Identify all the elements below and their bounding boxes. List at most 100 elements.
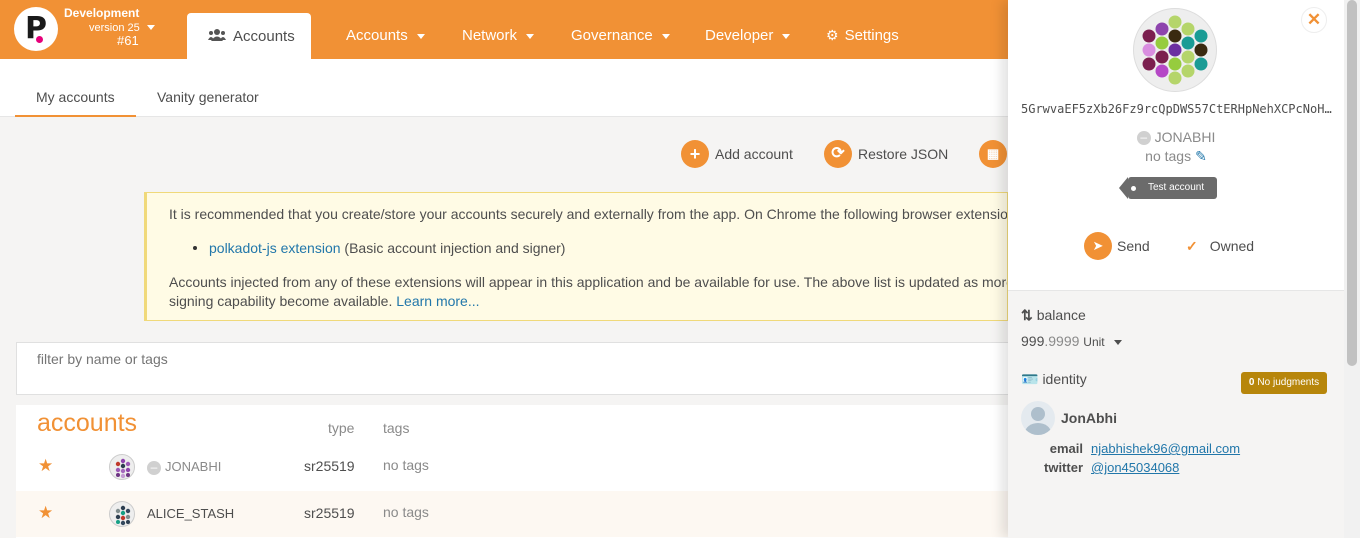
active-tab-indicator [15,115,136,117]
identity-name: JonAbhi [1061,410,1117,426]
nav-settings[interactable]: ⚙ Settings [826,27,899,44]
table-row[interactable]: ★ ALICE_STASH sr25519 no tags [16,491,1008,537]
notice-extension: polkadot-js extension (Basic account inj… [209,240,565,256]
minus-circle-icon: – [1136,131,1151,146]
filter-box [16,342,1008,395]
id-card-icon: 🪪 [1021,371,1039,387]
nav-network[interactable]: Network [462,27,535,44]
accounts-table: accounts type tags ★ – JONABHI sr25519 no… [16,405,1008,538]
chevron-down-icon [661,33,670,39]
restore-json-label: Restore JSON [858,146,949,162]
tab-vanity-generator[interactable]: Vanity generator [157,89,259,105]
balance-dec: .9999 [1044,333,1080,349]
chain-name: Development [64,6,140,20]
balance-int: 999 [1021,333,1045,349]
sidebar-header: ✕ 5GrwvaEF5zXb26Fz9rcQpDWS57CtERHpNehXCP… [1008,0,1344,291]
account-tags[interactable]: no tags [383,504,429,520]
star-icon[interactable]: ★ [38,456,53,476]
nav-network-label: Network [462,27,518,44]
identity-section-label: 🪪 identity [1021,371,1087,388]
account-type: sr25519 [304,505,355,521]
star-icon[interactable]: ★ [38,503,53,523]
balance-value[interactable]: 999.9999 Unit [1021,333,1122,349]
nav-settings-label: Settings [844,27,899,44]
account-sidebar: ✕ 5GrwvaEF5zXb26Fz9rcQpDWS57CtERHpNehXCP… [1008,0,1344,538]
notice-extension-desc: (Basic account injection and signer) [340,240,566,256]
twitter-link[interactable]: @jon45034068 [1091,460,1179,475]
notice-line3-text: signing capability become available. [169,293,397,309]
learn-more-link[interactable]: Learn more... [396,293,479,309]
identicon[interactable] [109,454,135,480]
extension-notice: It is recommended that you create/store … [144,192,1008,321]
account-address[interactable]: 5GrwvaEF5zXb26Fz9rcQpDWS57CtERHpNehXCPcN… [1021,102,1333,116]
balance-label: balance [1036,307,1086,323]
chevron-down-icon [526,33,535,39]
tag-dot [1131,186,1136,191]
account-type: sr25519 [304,458,355,474]
qrcode-icon: ▦ [979,140,1007,168]
chevron-down-icon [1113,339,1122,345]
polkadot-logo[interactable]: P [14,7,58,51]
chevron-down-icon [147,25,155,30]
account-name-text: JONABHI [165,459,222,474]
balance-unit: Unit [1083,335,1105,349]
filter-input[interactable] [37,351,937,367]
nav-developer[interactable]: Developer [705,27,791,44]
chevron-down-icon [782,33,791,39]
identicon-large[interactable] [1133,8,1217,92]
sidebar-tags: no tags ✎ [1008,148,1344,165]
tab-my-accounts[interactable]: My accounts [36,89,115,105]
chain-selector[interactable]: Development version 25 #61 [64,6,164,48]
tag-label: Test account [1119,177,1217,199]
tab-accounts-label: Accounts [233,28,295,45]
scrollbar-thumb[interactable] [1347,0,1357,366]
chevron-down-icon [416,33,425,39]
sort-amount-icon: ⇅ [1021,307,1033,323]
sub-tabs: My accounts Vanity generator [0,59,1008,117]
send-label: Send [1117,238,1150,254]
sync-icon: ⟳ [824,140,852,168]
bullet-dot [193,246,197,250]
twitter-key: twitter [1044,460,1083,475]
judgments-badge: 0 No judgments [1241,372,1327,394]
paper-plane-icon: ➤ [1084,232,1112,260]
notice-line3: signing capability become available. Lea… [169,293,480,309]
judgments-label: No judgments [1257,377,1320,388]
column-tags: tags [383,420,410,436]
identity-label: identity [1042,371,1087,387]
table-row[interactable]: ★ – JONABHI sr25519 no tags [16,444,1008,490]
email-link[interactable]: njabhishek96@gmail.com [1091,441,1240,456]
nav-governance[interactable]: Governance [571,27,670,44]
accounts-heading: accounts [37,409,138,437]
users-icon [208,29,226,44]
email-key: email [1049,441,1083,456]
owned-label: Owned [1209,238,1255,254]
balance-section-label: ⇅ balance [1021,307,1086,324]
column-type: type [328,420,355,436]
identity-avatar [1021,401,1055,435]
sidebar-name-text: JONABHI [1154,129,1216,145]
nav-accounts-label: Accounts [346,27,408,44]
polkadot-extension-link[interactable]: polkadot-js extension [209,240,341,256]
judgments-count: 0 [1248,377,1255,388]
tab-accounts-active[interactable]: Accounts [187,13,311,59]
identicon[interactable] [109,501,135,527]
sidebar-tags-text: no tags [1145,148,1192,164]
nav-developer-label: Developer [705,27,774,44]
plus-icon: + [681,140,709,168]
add-account-label: Add account [715,146,793,162]
owned-status: ✓ Owned [1186,238,1254,255]
tag-label-text: Test account [1148,182,1205,193]
gears-icon: ⚙ [826,27,839,43]
chain-block: #61 [117,33,139,48]
nav-accounts[interactable]: Accounts [346,27,425,44]
edit-icon[interactable]: ✎ [1195,148,1207,165]
check-icon: ✓ [1186,238,1198,254]
close-icon[interactable]: ✕ [1301,7,1327,33]
scrollbar[interactable] [1344,0,1360,538]
account-tags[interactable]: no tags [383,457,429,473]
nav-governance-label: Governance [571,27,653,44]
account-name: – JONABHI [147,459,221,475]
minus-circle-icon: – [147,460,161,475]
notice-line2: Accounts injected from any of these exte… [169,274,1008,290]
